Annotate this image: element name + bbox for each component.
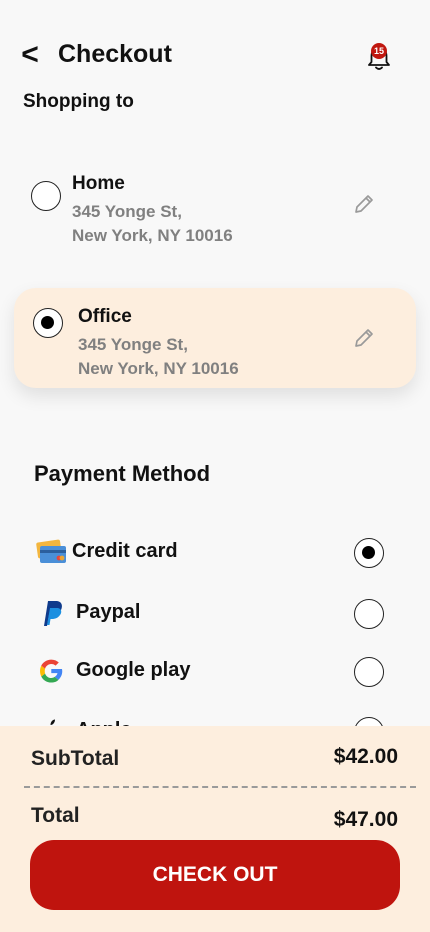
payment-method-title: Payment Method	[34, 461, 211, 486]
page-title: Checkout	[58, 40, 172, 68]
payment-label: Google play	[76, 659, 191, 681]
payment-label: Paypal	[76, 601, 141, 623]
checkout-button[interactable]: CHECK OUT	[30, 840, 400, 910]
payment-option-google-play[interactable]: Google play	[30, 648, 390, 694]
back-button[interactable]: <	[16, 38, 44, 72]
address-name: Home	[72, 173, 125, 194]
address-radio-office[interactable]	[33, 308, 63, 338]
address-line-1: 345 Yonge St,	[72, 202, 182, 221]
edit-pencil-icon[interactable]	[352, 326, 376, 350]
paypal-icon	[44, 601, 62, 626]
address-option-office[interactable]: Office 345 Yonge St, New York, NY 10016	[14, 288, 416, 388]
address-line-2: New York, NY 10016	[78, 359, 239, 378]
address-option-home[interactable]: Home 345 Yonge St, New York, NY 10016	[14, 152, 416, 252]
back-arrow-icon: <	[21, 38, 39, 71]
payment-label: Credit card	[72, 540, 178, 562]
subtotal-value: $42.00	[333, 745, 398, 768]
total-value: $47.00	[333, 808, 398, 831]
address-line-2: New York, NY 10016	[72, 226, 233, 245]
address-name: Office	[78, 306, 132, 327]
summary-divider	[24, 786, 416, 788]
address-line-1: 345 Yonge St,	[78, 335, 188, 354]
credit-card-icon	[36, 539, 66, 563]
header: < Checkout 15	[0, 0, 430, 100]
subtotal-label: SubTotal	[31, 747, 120, 770]
shipping-label: Shopping to	[23, 91, 134, 112]
edit-pencil-icon[interactable]	[352, 192, 376, 216]
payment-radio-google-play[interactable]	[354, 657, 384, 687]
payment-radio-credit-card[interactable]	[354, 538, 384, 568]
google-icon	[40, 659, 63, 683]
payment-option-paypal[interactable]: Paypal	[30, 590, 390, 636]
notification-badge: 15	[371, 43, 387, 59]
payment-option-credit-card[interactable]: Credit card	[30, 529, 390, 575]
order-summary: SubTotal $42.00 Total $47.00 CHECK OUT	[0, 726, 430, 932]
total-label: Total	[31, 804, 80, 827]
address-radio-home[interactable]	[31, 181, 61, 211]
payment-radio-paypal[interactable]	[354, 599, 384, 629]
